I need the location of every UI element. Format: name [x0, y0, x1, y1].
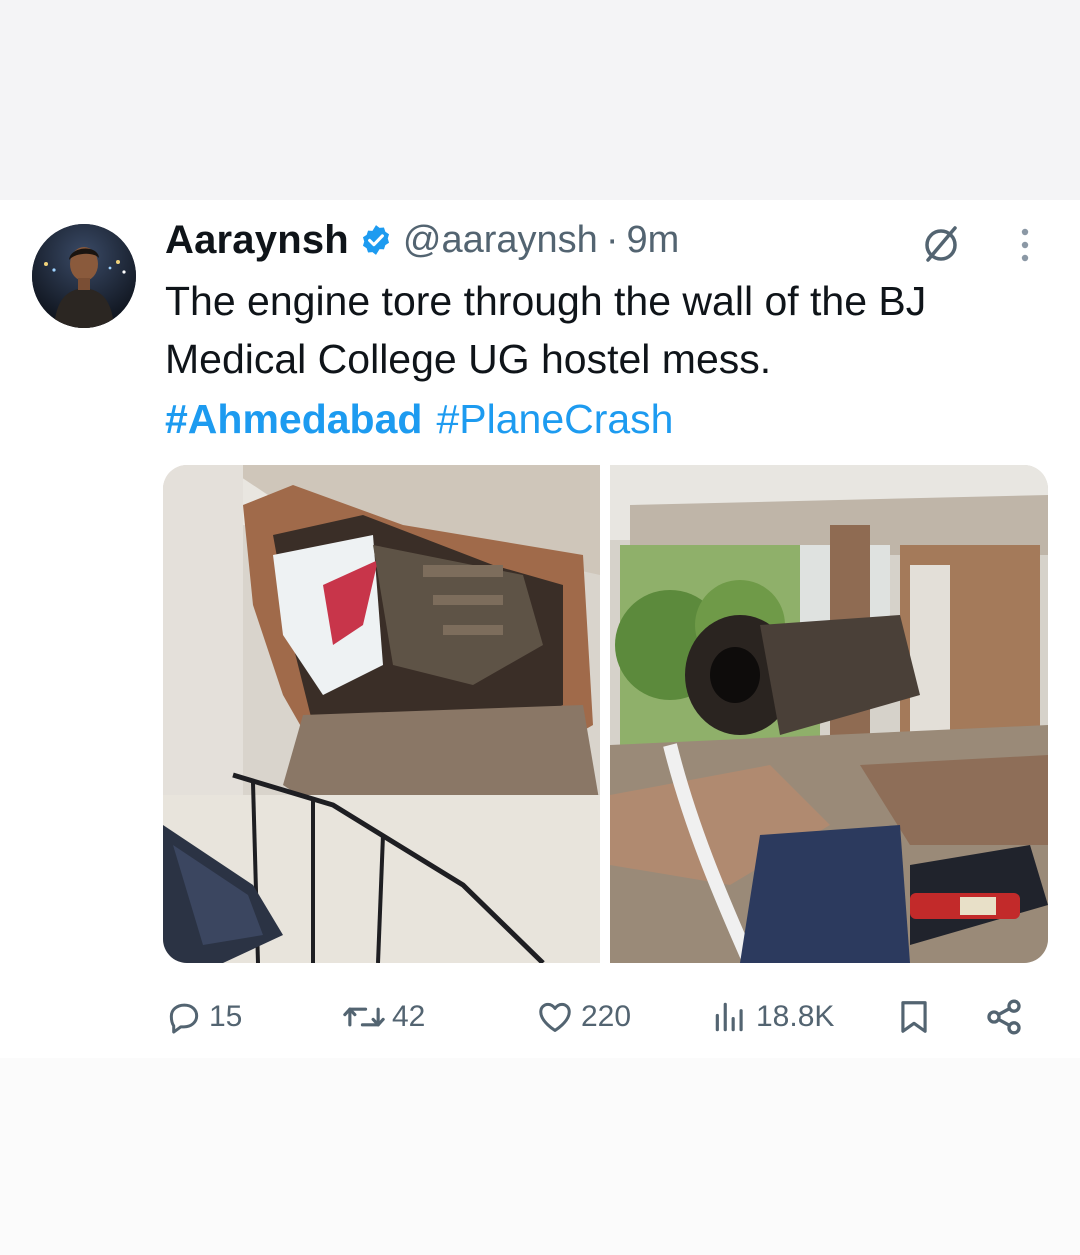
grok-icon[interactable] [918, 222, 964, 268]
tweet-header: Aaraynsh @aaraynsh · 9m [165, 214, 679, 266]
media-gap [600, 465, 610, 963]
share-action[interactable] [983, 990, 1025, 1044]
media-grid [163, 465, 1048, 963]
tweet-card[interactable]: Aaraynsh @aaraynsh · 9m The engine tore th… [0, 200, 1080, 1058]
like-action[interactable]: 220 [535, 990, 631, 1044]
reply-action[interactable]: 15 [165, 990, 242, 1044]
like-count: 220 [581, 1000, 632, 1033]
avatar[interactable] [32, 224, 136, 328]
handle[interactable]: @aaraynsh [403, 219, 598, 261]
more-icon[interactable] [1014, 222, 1036, 268]
tweet-text: The engine tore through the wall of the … [165, 272, 1045, 388]
verified-badge-icon [362, 225, 389, 255]
views-count: 18.8K [756, 1000, 835, 1033]
hashtags: #Ahmedabad #PlaneCrash [165, 390, 687, 448]
bottom-background [0, 1058, 1080, 1255]
photo-damaged-wall[interactable] [163, 465, 600, 963]
views-action[interactable]: 18.8K [710, 990, 834, 1044]
hashtag-ahmedabad[interactable]: #Ahmedabad [165, 396, 422, 442]
like-icon [539, 1002, 571, 1032]
reply-icon [169, 1003, 199, 1034]
tweet-text-line-1: The engine tore through the wall of the … [165, 278, 927, 324]
repost-count: 42 [392, 1000, 426, 1033]
repost-icon [343, 1007, 385, 1027]
share-icon [987, 999, 1021, 1035]
hashtag-planecrash[interactable]: #PlaneCrash [436, 396, 673, 442]
reply-count: 15 [209, 1000, 243, 1033]
photo-engine-rubble[interactable] [610, 465, 1048, 963]
tweet-text-line-2: Medical College UG hostel mess. [165, 336, 772, 382]
action-bar: 15 42 220 18.8K [165, 990, 1035, 1044]
bookmark-action[interactable] [895, 990, 933, 1044]
repost-action[interactable]: 42 [342, 990, 425, 1044]
views-icon [715, 1002, 743, 1032]
display-name[interactable]: Aaraynsh [165, 218, 349, 263]
top-background [0, 0, 1080, 200]
separator: · [605, 218, 619, 261]
timestamp[interactable]: 9m [626, 219, 679, 261]
bookmark-icon [901, 1001, 927, 1033]
